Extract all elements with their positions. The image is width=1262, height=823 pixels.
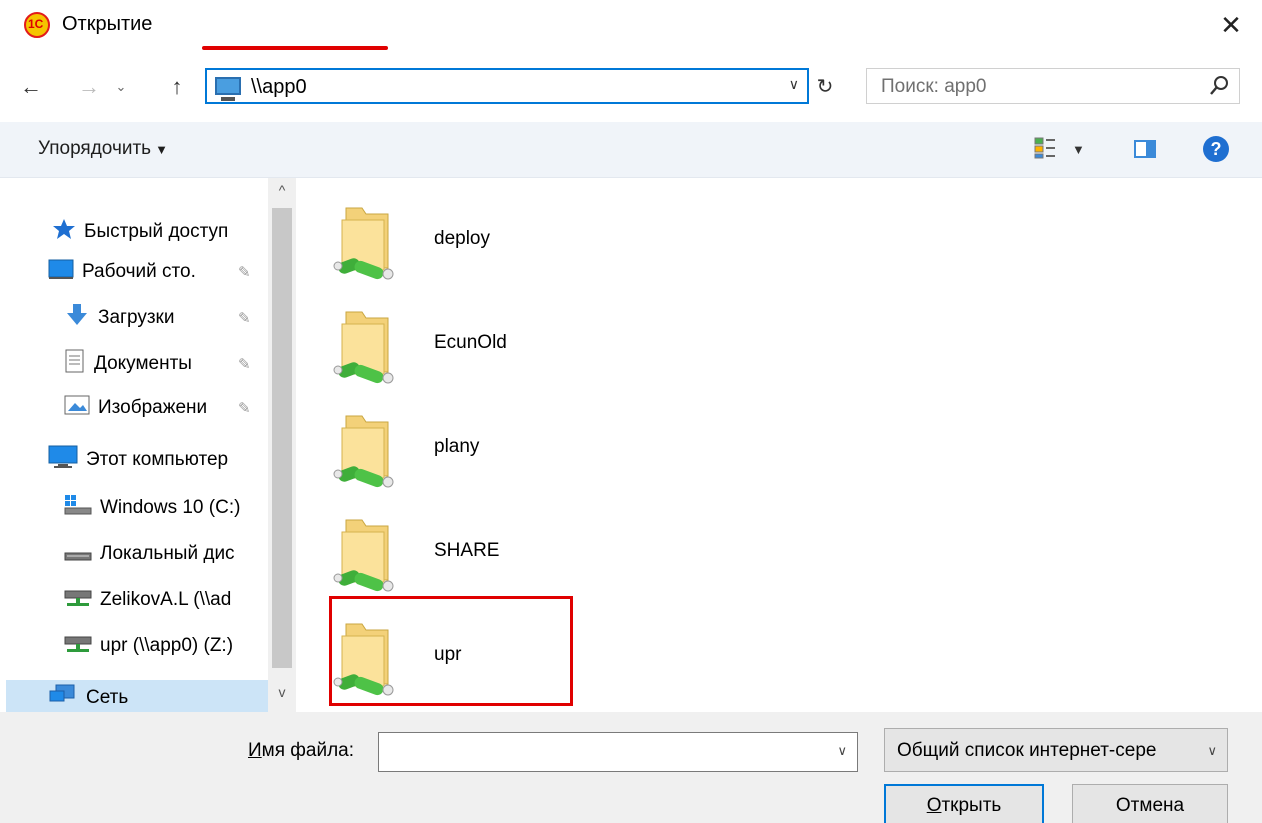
up-button[interactable]: ↑ — [164, 74, 190, 100]
1c-logo-icon — [24, 12, 50, 38]
chevron-down-icon: ∨ — [1207, 743, 1217, 758]
search-placeholder: Поиск: app0 — [881, 76, 987, 97]
network-drive-icon — [64, 586, 92, 614]
sidebar-item-label: Документы — [94, 353, 192, 374]
forward-button[interactable]: → — [76, 74, 102, 100]
sidebar-item-label: ZelikovA.L (\\ad — [100, 589, 232, 610]
folder-item[interactable]: plany — [324, 398, 724, 494]
filename-label: Имя файла: — [248, 740, 355, 761]
refresh-button[interactable]: ↻ — [812, 76, 838, 102]
computer-icon — [48, 445, 78, 475]
folder-name: deploy — [434, 228, 490, 249]
toolbar: Упорядочить ▼ ▼ ? — [0, 122, 1262, 178]
preview-pane-icon[interactable] — [1134, 140, 1156, 158]
download-icon — [64, 303, 90, 333]
sidebar-item[interactable]: upr (\\app0) (Z:) — [0, 628, 268, 664]
navigation-bar: ← → ⌄ ↑ \\app0 ∨ ↻ Поиск: app0 — [0, 62, 1262, 116]
address-dropdown-button[interactable]: ∨ — [789, 76, 799, 93]
view-dropdown-icon[interactable]: ▼ — [1072, 142, 1085, 157]
desktop-icon — [48, 258, 74, 286]
help-icon[interactable]: ? — [1203, 136, 1229, 162]
address-bar[interactable]: \\app0 ∨ — [205, 68, 809, 104]
network-icon — [48, 683, 78, 712]
network-folder-icon — [332, 306, 404, 386]
pin-icon[interactable]: ✎ — [238, 399, 251, 417]
sidebar-item[interactable]: Сеть — [6, 680, 268, 712]
sidebar-item[interactable]: Быстрый доступ — [0, 214, 268, 250]
network-folder-icon — [332, 202, 404, 282]
documents-icon — [64, 349, 86, 379]
scroll-down-button[interactable]: v — [268, 684, 296, 706]
sidebar-item-label: Загрузки — [98, 307, 175, 328]
address-text: \\app0 — [251, 76, 307, 98]
chevron-down-icon[interactable]: ∨ — [837, 743, 847, 759]
sidebar-item-label: Windows 10 (C:) — [100, 497, 241, 518]
folder-item[interactable]: SHARE — [324, 502, 724, 598]
scroll-thumb[interactable] — [272, 208, 292, 668]
sidebar-item-label: Изображени — [98, 397, 208, 418]
sidebar-item-label: Быстрый доступ — [84, 221, 229, 242]
annotation-highlight-box — [329, 596, 573, 706]
sidebar-item-label: upr (\\app0) (Z:) — [100, 635, 234, 656]
network-folder-icon — [332, 410, 404, 490]
network-folder-icon — [332, 514, 404, 594]
open-button[interactable]: Открыть — [884, 784, 1044, 823]
footer: Имя файла: ∨ Общий список интернет-сере … — [0, 712, 1262, 823]
pictures-icon — [64, 394, 90, 422]
annotation-underline — [202, 46, 388, 50]
sidebar-item[interactable]: Документы ✎ — [0, 346, 268, 382]
title-bar: Открытие ✕ — [0, 0, 1262, 52]
sidebar-item[interactable]: Этот компьютер — [0, 442, 268, 478]
window-title: Открытие — [62, 13, 153, 35]
network-drive-icon — [64, 632, 92, 660]
folder-name: plany — [434, 436, 480, 457]
search-input[interactable]: Поиск: app0 — [866, 68, 1240, 104]
cancel-button[interactable]: Отмена — [1072, 784, 1228, 823]
folder-item[interactable]: deploy — [324, 190, 724, 286]
file-type-value: Общий список интернет-сере — [897, 740, 1157, 761]
filename-input[interactable]: ∨ — [378, 732, 858, 772]
drive-icon — [64, 540, 92, 568]
star-icon — [52, 218, 76, 246]
folder-item[interactable]: EcunOld — [324, 294, 724, 390]
caret-down-icon: ▼ — [155, 142, 168, 157]
sidebar-item-label: Этот компьютер — [86, 449, 229, 470]
pin-icon[interactable]: ✎ — [238, 263, 251, 281]
sidebar-item[interactable]: ZelikovA.L (\\ad — [0, 582, 268, 618]
view-options-icon[interactable] — [1034, 137, 1056, 159]
sidebar-item[interactable]: Локальный дис — [0, 536, 268, 572]
recent-locations-button[interactable]: ⌄ — [108, 74, 134, 100]
navigation-pane: Быстрый доступ Рабочий сто. ✎ Загрузки ✎ Доку… — [0, 178, 296, 712]
file-type-select[interactable]: Общий список интернет-сере ∨ — [884, 728, 1228, 772]
sidebar-item[interactable]: Рабочий сто. ✎ — [0, 254, 268, 290]
pin-icon[interactable]: ✎ — [238, 309, 251, 327]
sidebar-item[interactable]: Windows 10 (C:) — [0, 490, 268, 526]
folder-name: EcunOld — [434, 332, 507, 353]
close-button[interactable]: ✕ — [1214, 8, 1248, 42]
sidebar-item[interactable]: Изображени ✎ — [0, 390, 268, 426]
windows-drive-icon — [64, 494, 92, 522]
search-icon[interactable] — [1209, 75, 1229, 97]
computer-icon — [215, 77, 241, 101]
sidebar-item-label: Рабочий сто. — [82, 261, 196, 282]
folder-name: SHARE — [434, 540, 500, 561]
organize-label: Упорядочить — [38, 138, 152, 159]
sidebar-item[interactable]: Загрузки ✎ — [0, 300, 268, 336]
sidebar-item-label: Сеть — [86, 687, 129, 708]
navigation-scrollbar[interactable]: ^ v — [268, 178, 296, 712]
organize-button[interactable]: Упорядочить ▼ — [38, 138, 168, 160]
back-button[interactable]: ← — [18, 74, 44, 100]
pin-icon[interactable]: ✎ — [238, 355, 251, 373]
scroll-up-button[interactable]: ^ — [268, 182, 296, 204]
sidebar-item-label: Локальный дис — [100, 543, 235, 564]
